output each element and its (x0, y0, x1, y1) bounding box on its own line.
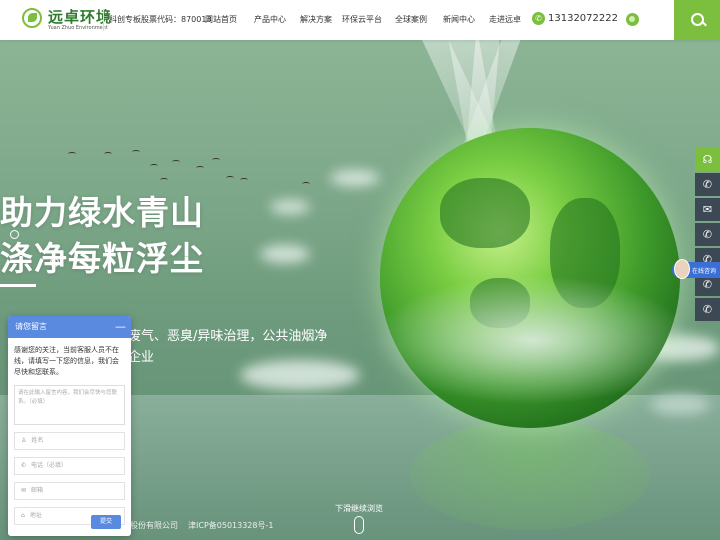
hero-description-line2: 企业 (128, 350, 155, 365)
chat-notice: 感谢您的关注，当前客服人员不在线，请填写一下您的信息，我们会尽快和您联系。 (14, 346, 119, 376)
avatar (674, 259, 690, 279)
phone-icon[interactable]: ✆ (695, 173, 720, 196)
nav-item-cases[interactable]: 全球案例 (395, 14, 427, 25)
globe-land (440, 178, 530, 248)
phone-icon[interactable]: ✆ (695, 298, 720, 321)
user-icon: ♙ (21, 437, 27, 444)
nav-item-about[interactable]: 走进远卓 (489, 14, 521, 25)
leave-message-panel: 请您留言 — 感谢您的关注，当前客服人员不在线，请填写一下您的信息，我们会尽快和… (8, 316, 131, 536)
hero-slogan-line1: 助力绿水青山 (0, 193, 204, 232)
email-field[interactable]: ✉ 邮箱 (14, 482, 125, 500)
bird (172, 160, 180, 164)
cloud (240, 360, 360, 390)
bird (302, 182, 310, 186)
logo[interactable]: 远卓环境 Yuan Zhuo Environment (22, 6, 122, 36)
nav-item-cloud-platform[interactable]: 环保云平台 (342, 14, 382, 25)
logo-leaf-icon (22, 8, 42, 28)
hero-slogan-line2: 涤净每粒浮尘 (0, 239, 204, 278)
submit-button[interactable]: 提交 (91, 515, 121, 529)
chat-title: 请您留言 (15, 322, 47, 331)
deco-dot (50, 258, 59, 267)
bird (68, 152, 76, 156)
stock-code: 科创专板股票代码：870013 (109, 15, 212, 24)
search-button[interactable] (674, 0, 720, 40)
top-header: 远卓环境 Yuan Zhuo Environment 科创专板股票代码：8700… (0, 0, 720, 40)
bird (160, 178, 168, 182)
bird (150, 164, 158, 168)
cloud (330, 170, 380, 186)
floating-contact-bar: ☊ ✆ ✉ ✆ ✆ ✆ ✆ (695, 148, 720, 323)
cloud (260, 245, 310, 263)
phone-icon: ✆ (532, 12, 545, 25)
globe-reflection (410, 420, 650, 530)
slogan-underline (0, 284, 36, 287)
logo-subtext: Yuan Zhuo Environment (48, 25, 108, 31)
footer-icp[interactable]: 津ICP备05013328号-1 (188, 520, 273, 531)
phone-icon[interactable]: ✆ (695, 223, 720, 246)
online-consult-button[interactable]: 在线咨询 (672, 259, 720, 279)
bird (240, 178, 248, 182)
globe-cloud (372, 275, 692, 405)
mail-icon: ✉ (21, 487, 27, 494)
nav-item-products[interactable]: 产品中心 (254, 14, 286, 25)
chat-header[interactable]: 请您留言 — (8, 316, 131, 338)
nav-item-solutions[interactable]: 解决方案 (300, 14, 332, 25)
name-field[interactable]: ♙ 姓名 (14, 432, 125, 450)
scroll-mouse-icon[interactable] (354, 516, 364, 534)
bird (196, 166, 204, 170)
bird (212, 158, 220, 162)
bird (104, 152, 112, 156)
hero-description-line1: 废气、恶臭/异味治理，公共油烟净 (128, 329, 328, 344)
bird (132, 150, 140, 154)
bird (226, 176, 234, 180)
scroll-hint: 下滑继续浏览 (335, 504, 383, 513)
nav-item-news[interactable]: 新闻中心 (443, 14, 475, 25)
message-textarea[interactable]: 请在此输入留言内容，我们会尽快与您联系。（必填） (14, 385, 125, 425)
nav-item-home[interactable]: 网站首页 (205, 14, 237, 25)
leaf-icon[interactable] (626, 13, 639, 26)
phone-field[interactable]: ✆ 电话（必填） (14, 457, 125, 475)
phone-icon: ✆ (21, 462, 27, 469)
main-nav: 网站首页 产品中心 解决方案 环保云平台 全球案例 新闻中心 走进远卓 (205, 14, 521, 25)
online-consult-label: 在线咨询 (692, 268, 717, 275)
hotline-number: 13132072222 (548, 13, 618, 24)
location-icon: ⌂ (21, 512, 25, 519)
minimize-button[interactable]: — (115, 316, 126, 338)
cloud (270, 200, 310, 214)
mail-icon[interactable]: ✉ (695, 198, 720, 221)
headset-icon[interactable]: ☊ (695, 148, 720, 171)
footer-company: 股份有限公司 (130, 521, 178, 530)
search-icon (691, 13, 704, 26)
hotline[interactable]: ✆ 13132072222 (532, 12, 618, 25)
header-divider (103, 9, 104, 31)
deco-dot (10, 230, 19, 239)
